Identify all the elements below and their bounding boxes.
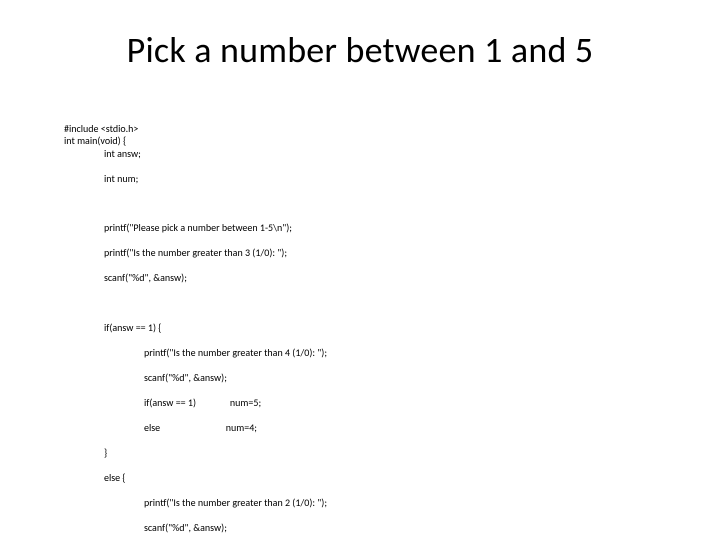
code-line: #include <stdio.h>: [64, 122, 138, 135]
code-line: }: [64, 447, 680, 460]
code-line: if(answ == 1) {: [64, 322, 680, 335]
code-line: scanf("%d", &answ);: [64, 522, 680, 535]
code-line: scanf("%d", &answ);: [64, 372, 680, 385]
code-line: else num=4;: [64, 422, 680, 435]
code-line: scanf("%d", &answ);: [64, 272, 680, 285]
blank-line: [64, 198, 680, 210]
code-line: printf("Is the number greater than 3 (1/…: [64, 247, 680, 260]
page-title: Pick a number between 1 and 5: [0, 28, 720, 72]
code-line: printf("Is the number greater than 2 (1/…: [64, 497, 680, 510]
code-line: printf("Please pick a number between 1-5…: [64, 222, 680, 235]
code-line: printf("Is the number greater than 4 (1/…: [64, 347, 680, 360]
blank-line: [64, 297, 680, 309]
code-line: int main(void) {: [64, 134, 126, 147]
code-line: if(answ == 1) num=5;: [64, 397, 680, 410]
code-line: int answ;: [64, 148, 680, 161]
code-block: #include <stdio.h> int main(void) { int …: [64, 110, 680, 540]
code-line: else {: [64, 472, 680, 485]
slide: Pick a number between 1 and 5 #include <…: [0, 0, 720, 540]
code-line: int num;: [64, 173, 680, 186]
